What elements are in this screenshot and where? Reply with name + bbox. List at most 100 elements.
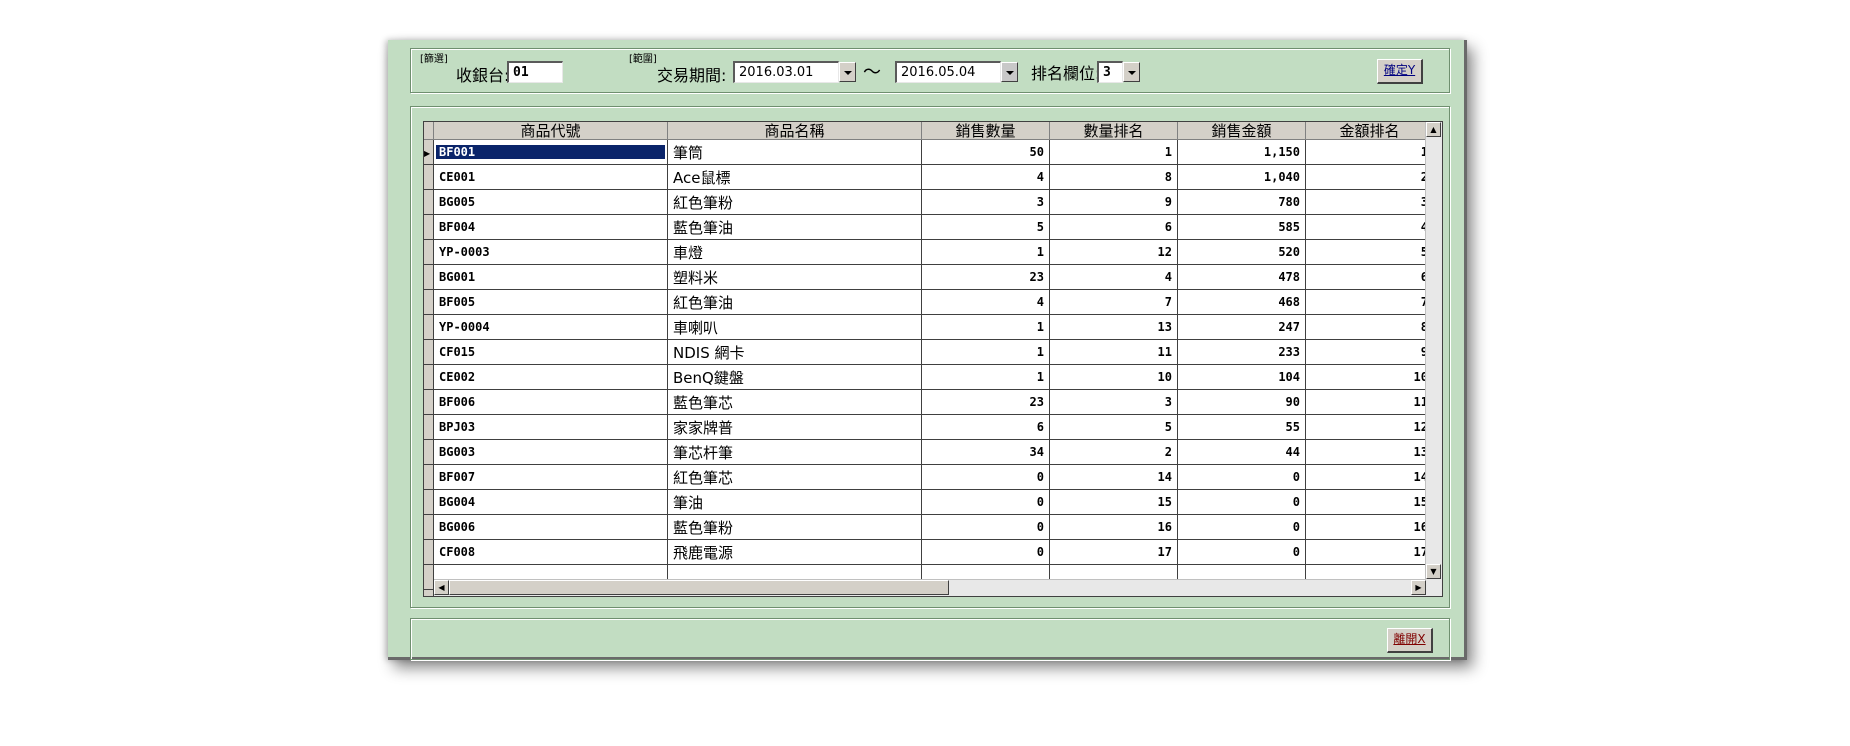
cell-qty-rank[interactable]: 15 (1049, 489, 1178, 515)
cell-amount-rank[interactable]: 17 (1305, 539, 1434, 565)
cell-product-name[interactable]: 紅色筆芯 (667, 464, 922, 490)
cell-amount-rank[interactable]: 1 (1305, 139, 1434, 165)
header-product-name[interactable]: 商品名稱 (667, 122, 922, 140)
cell-product-code[interactable]: CF015 (433, 339, 668, 365)
cell-amount-rank[interactable]: 9 (1305, 339, 1434, 365)
cell-product-code[interactable]: BF007 (433, 464, 668, 490)
cell-sales-amount[interactable]: 44 (1177, 439, 1306, 465)
cell-sales-amount[interactable]: 1,150 (1177, 139, 1306, 165)
cell-product-code[interactable]: BF005 (433, 289, 668, 315)
cell-amount-rank[interactable]: 6 (1305, 264, 1434, 290)
cell-qty-rank[interactable]: 1 (1049, 139, 1178, 165)
cell-product-name[interactable]: 藍色筆芯 (667, 389, 922, 415)
cell-sales-qty[interactable]: 3 (921, 189, 1050, 215)
cell-qty-rank[interactable]: 5 (1049, 414, 1178, 440)
confirm-button[interactable]: 確定Y (1377, 59, 1423, 84)
row-indicator[interactable] (424, 489, 434, 515)
cell-product-code[interactable]: BG004 (433, 489, 668, 515)
row-indicator[interactable] (424, 414, 434, 440)
current-row-arrow-icon[interactable]: ▶ (424, 139, 434, 165)
sales-ranking-grid[interactable]: 商品代號 商品名稱 銷售數量 數量排名 銷售金額 金額排名 ▶ BF001 筆筒 50… (423, 121, 1443, 597)
date-from-input[interactable]: 2016.03.01 (733, 61, 839, 83)
cell-product-name[interactable]: 車喇叭 (667, 314, 922, 340)
cell-qty-rank[interactable]: 12 (1049, 239, 1178, 265)
row-indicator[interactable] (424, 289, 434, 315)
cell-product-code[interactable]: BG001 (433, 264, 668, 290)
row-indicator[interactable] (424, 264, 434, 290)
row-indicator[interactable] (424, 514, 434, 540)
cell-qty-rank[interactable]: 14 (1049, 464, 1178, 490)
row-indicator[interactable] (424, 314, 434, 340)
cell-sales-amount[interactable]: 478 (1177, 264, 1306, 290)
row-indicator[interactable] (424, 164, 434, 190)
cell-sales-qty[interactable]: 1 (921, 314, 1050, 340)
cell-qty-rank[interactable]: 17 (1049, 539, 1178, 565)
cell-product-code[interactable]: BG003 (433, 439, 668, 465)
table-row[interactable]: BF005 紅色筆油 4 7 468 7 (424, 289, 1434, 315)
cell-sales-qty[interactable]: 34 (921, 439, 1050, 465)
cell-sales-qty[interactable]: 0 (921, 464, 1050, 490)
cell-amount-rank[interactable]: 4 (1305, 214, 1434, 240)
cell-product-name[interactable]: 車燈 (667, 239, 922, 265)
table-row[interactable]: CE002 BenQ鍵盤 1 10 104 10 (424, 364, 1434, 390)
cell-product-name[interactable]: 藍色筆粉 (667, 514, 922, 540)
vertical-scrollbar[interactable]: ▲ ▼ (1425, 122, 1442, 596)
table-row[interactable]: YP-0003 車燈 1 12 520 5 (424, 239, 1434, 265)
cell-qty-rank[interactable]: 16 (1049, 514, 1178, 540)
register-input[interactable]: 01 (507, 61, 563, 83)
empty-cell[interactable] (424, 564, 434, 590)
row-indicator[interactable] (424, 539, 434, 565)
cell-sales-qty[interactable]: 5 (921, 214, 1050, 240)
horizontal-scrollbar[interactable]: ◀ ▶ (434, 579, 1426, 596)
scroll-right-icon[interactable]: ▶ (1411, 580, 1426, 595)
table-row[interactable]: YP-0004 車喇叭 1 13 247 8 (424, 314, 1434, 340)
cell-sales-amount[interactable]: 520 (1177, 239, 1306, 265)
table-row[interactable]: BG001 塑料米 23 4 478 6 (424, 264, 1434, 290)
cell-qty-rank[interactable]: 4 (1049, 264, 1178, 290)
table-row[interactable]: BG005 紅色筆粉 3 9 780 3 (424, 189, 1434, 215)
table-row[interactable]: BG003 筆芯杆筆 34 2 44 13 (424, 439, 1434, 465)
cell-product-name[interactable]: 飛鹿電源 (667, 539, 922, 565)
cell-sales-qty[interactable]: 1 (921, 339, 1050, 365)
cell-product-code[interactable]: YP-0004 (433, 314, 668, 340)
cell-product-code[interactable]: BG006 (433, 514, 668, 540)
table-row[interactable]: CE001 Ace鼠標 4 8 1,040 2 (424, 164, 1434, 190)
table-row[interactable]: BG006 藍色筆粉 0 16 0 16 (424, 514, 1434, 540)
cell-qty-rank[interactable]: 13 (1049, 314, 1178, 340)
cell-amount-rank[interactable]: 14 (1305, 464, 1434, 490)
empty-cell[interactable] (424, 589, 434, 596)
cell-amount-rank[interactable]: 3 (1305, 189, 1434, 215)
table-row[interactable]: BF006 藍色筆芯 23 3 90 11 (424, 389, 1434, 415)
cell-sales-qty[interactable]: 23 (921, 264, 1050, 290)
cell-amount-rank[interactable]: 13 (1305, 439, 1434, 465)
cell-sales-amount[interactable]: 55 (1177, 414, 1306, 440)
cell-qty-rank[interactable]: 2 (1049, 439, 1178, 465)
cell-sales-qty[interactable]: 0 (921, 539, 1050, 565)
cell-amount-rank[interactable]: 8 (1305, 314, 1434, 340)
table-row[interactable]: CF008 飛鹿電源 0 17 0 17 (424, 539, 1434, 565)
cell-product-code[interactable]: BF004 (433, 214, 668, 240)
rank-dropdown-icon[interactable] (1123, 62, 1140, 82)
cell-product-code[interactable]: BF006 (433, 389, 668, 415)
cell-sales-qty[interactable]: 4 (921, 289, 1050, 315)
cell-product-code[interactable]: CE001 (433, 164, 668, 190)
table-row[interactable]: BPJ03 家家牌普 6 5 55 12 (424, 414, 1434, 440)
row-indicator[interactable] (424, 364, 434, 390)
cell-product-name[interactable]: BenQ鍵盤 (667, 364, 922, 390)
scroll-down-icon[interactable]: ▼ (1426, 564, 1441, 579)
header-qty-rank[interactable]: 數量排名 (1049, 122, 1178, 140)
cell-sales-amount[interactable]: 247 (1177, 314, 1306, 340)
cell-product-name[interactable]: 塑料米 (667, 264, 922, 290)
cell-product-name[interactable]: Ace鼠標 (667, 164, 922, 190)
cell-qty-rank[interactable]: 3 (1049, 389, 1178, 415)
date-to-input[interactable]: 2016.05.04 (895, 61, 1001, 83)
row-indicator[interactable] (424, 239, 434, 265)
cell-qty-rank[interactable]: 11 (1049, 339, 1178, 365)
table-row[interactable]: BF007 紅色筆芯 0 14 0 14 (424, 464, 1434, 490)
leave-button[interactable]: 離開X (1387, 628, 1433, 653)
cell-qty-rank[interactable]: 8 (1049, 164, 1178, 190)
cell-product-name[interactable]: 藍色筆油 (667, 214, 922, 240)
header-sales-amount[interactable]: 銷售金額 (1177, 122, 1306, 140)
cell-sales-amount[interactable]: 0 (1177, 489, 1306, 515)
header-product-code[interactable]: 商品代號 (433, 122, 668, 140)
